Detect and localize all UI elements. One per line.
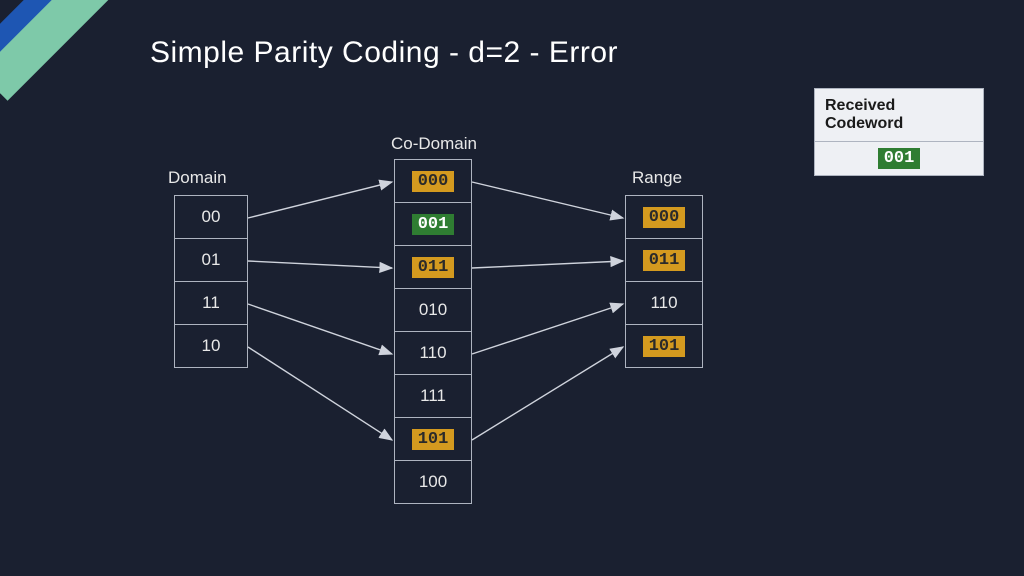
domain-label: Domain [168, 168, 227, 188]
domain-column: 00 01 11 10 [174, 196, 248, 368]
mapping-arrows [0, 0, 1024, 576]
codomain-cell: 001 [394, 202, 472, 246]
codomain-cell: 100 [394, 460, 472, 504]
received-codeword-value: 001 [815, 142, 983, 175]
range-cell: 000 [625, 195, 703, 239]
received-codeword-box: Received Codeword 001 [814, 88, 984, 176]
range-cell: 101 [625, 324, 703, 368]
domain-cell: 01 [174, 238, 248, 282]
codomain-column: 000 001 011 010 110 111 101 100 [394, 160, 472, 504]
range-column: 000 011 110 101 [625, 196, 703, 368]
domain-cell: 00 [174, 195, 248, 239]
codomain-cell: 111 [394, 374, 472, 418]
codomain-cell: 000 [394, 159, 472, 203]
codomain-label: Co-Domain [391, 134, 477, 154]
codomain-cell: 011 [394, 245, 472, 289]
page-title: Simple Parity Coding - d=2 - Error [150, 36, 618, 70]
codomain-cell: 010 [394, 288, 472, 332]
range-label: Range [632, 168, 682, 188]
range-cell: 011 [625, 238, 703, 282]
domain-cell: 11 [174, 281, 248, 325]
corner-ribbon-icon [0, 0, 90, 90]
codomain-cell: 110 [394, 331, 472, 375]
received-codeword-chip: 001 [878, 148, 921, 169]
domain-cell: 10 [174, 324, 248, 368]
codomain-cell: 101 [394, 417, 472, 461]
received-codeword-header: Received Codeword [815, 89, 983, 142]
range-cell: 110 [625, 281, 703, 325]
